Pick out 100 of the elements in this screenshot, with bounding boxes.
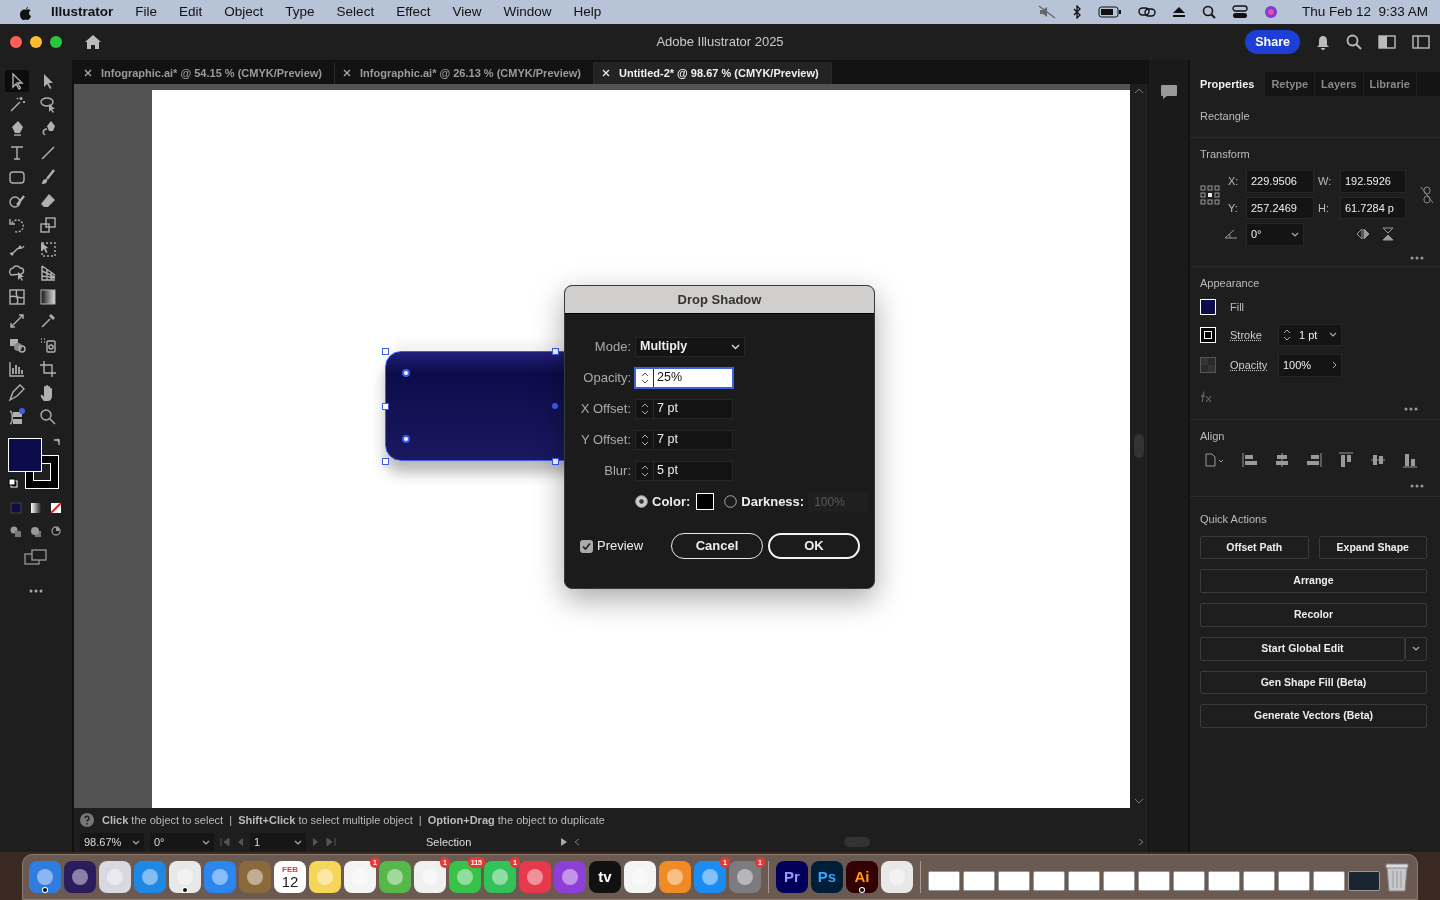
width-field[interactable]: 192.5926 [1340, 170, 1406, 193]
screen-mode-icon[interactable] [24, 548, 48, 566]
scroll-up-icon[interactable] [1134, 88, 1144, 94]
control-center-icon[interactable] [1231, 5, 1248, 19]
number-field[interactable]: 7 pt [635, 429, 733, 450]
app-menu[interactable]: Illustrator [40, 1, 125, 23]
app-icon[interactable] [309, 861, 341, 893]
app-icon[interactable]: Pr [776, 861, 808, 893]
caret-icon[interactable] [202, 839, 210, 845]
ok-button[interactable]: OK [768, 533, 860, 559]
trash-icon[interactable] [1383, 861, 1411, 893]
help-icon[interactable] [80, 813, 94, 827]
app-icon[interactable] [379, 861, 411, 893]
window-thumbnail[interactable] [1208, 871, 1240, 891]
caret-icon[interactable] [1329, 332, 1337, 338]
minimize-button[interactable] [30, 36, 42, 48]
stepper-icon[interactable] [1283, 328, 1291, 341]
checkbox[interactable] [580, 539, 593, 553]
scroll-left-icon[interactable] [574, 838, 580, 846]
search-icon[interactable] [1201, 5, 1216, 19]
align-left-icon[interactable] [1242, 452, 1258, 468]
app-icon[interactable]: Ps [811, 861, 843, 893]
fill-swatch[interactable] [1200, 299, 1216, 316]
stepper-icon[interactable] [640, 433, 649, 446]
stepper-icon[interactable] [640, 464, 649, 477]
corner-widget[interactable] [402, 369, 410, 377]
menu-item[interactable]: Effect [385, 1, 442, 23]
opacity-link[interactable]: Opacity [1230, 357, 1278, 374]
align-middle-icon[interactable] [1370, 452, 1386, 468]
action-button[interactable]: Generate Vectors (Beta) [1200, 704, 1427, 728]
more-icon[interactable] [28, 588, 44, 594]
play-icon[interactable] [560, 838, 568, 846]
battery-icon[interactable] [1097, 6, 1122, 18]
constrain-proportions-icon[interactable] [1420, 185, 1434, 204]
stroke-weight-field[interactable]: 1 pt [1278, 323, 1342, 346]
zoom-field[interactable]: 98.67% [80, 832, 144, 852]
action-button[interactable]: Gen Shape Fill (Beta) [1200, 670, 1427, 695]
align-right-icon[interactable] [1306, 452, 1322, 468]
window-thumbnail[interactable] [1173, 871, 1205, 891]
action-button[interactable]: Start Global Edit [1200, 636, 1405, 661]
x-field[interactable]: 229.9506 [1246, 170, 1314, 193]
window-thumbnail[interactable] [963, 871, 995, 891]
close-icon[interactable] [84, 69, 92, 77]
number-field[interactable]: 25% [635, 367, 733, 388]
action-button[interactable]: Recolor [1200, 603, 1427, 627]
menu-item[interactable]: File [124, 1, 169, 23]
selection-handle[interactable] [552, 348, 559, 355]
corner-widget[interactable] [402, 435, 410, 443]
radio-button[interactable] [635, 495, 648, 508]
app-icon[interactable] [134, 861, 166, 893]
selection-handle[interactable] [382, 348, 389, 355]
app-icon[interactable] [659, 861, 691, 893]
chevron-right-icon[interactable] [1332, 361, 1337, 370]
app-icon[interactable] [99, 861, 131, 893]
panel-icon[interactable] [1412, 35, 1430, 49]
app-icon[interactable] [169, 861, 201, 893]
number-field[interactable]: 5 pt [635, 460, 733, 481]
more-icon[interactable] [1410, 484, 1424, 488]
action-button[interactable]: Arrange [1200, 569, 1427, 593]
artboard-field[interactable]: 1 [250, 832, 306, 852]
draw-behind-icon[interactable] [28, 524, 44, 538]
y-field[interactable]: 257.2469 [1246, 196, 1314, 219]
caret-icon[interactable] [1291, 231, 1299, 237]
window-thumbnail[interactable] [1068, 871, 1100, 891]
window-thumbnail[interactable] [1243, 871, 1275, 891]
flip-vertical-icon[interactable] [1382, 227, 1394, 242]
caret-icon[interactable] [132, 839, 140, 845]
more-icon[interactable] [1410, 255, 1424, 260]
transparency-swatch[interactable] [1200, 357, 1216, 374]
siri-icon[interactable] [1263, 5, 1278, 19]
share-button[interactable]: Share [1245, 29, 1300, 55]
workspace-icon[interactable] [1378, 35, 1396, 49]
radio-button[interactable] [724, 495, 738, 508]
app-icon[interactable] [29, 861, 61, 893]
flip-horizontal-icon[interactable] [1356, 228, 1370, 241]
window-thumbnail[interactable] [998, 871, 1030, 891]
close-button[interactable] [10, 36, 22, 48]
app-icon[interactable]: tv [589, 861, 621, 893]
menu-item[interactable]: View [441, 1, 493, 23]
align-to-icon[interactable] [1204, 452, 1226, 468]
caret-icon[interactable] [294, 839, 302, 845]
app-icon[interactable] [881, 861, 913, 893]
rotation-field[interactable]: 0° [150, 832, 214, 852]
scroll-down-icon[interactable] [1134, 798, 1144, 804]
menu-item[interactable]: Window [492, 1, 563, 23]
panel-tab[interactable]: Properties [1190, 72, 1266, 96]
menu-item[interactable]: Object [213, 1, 275, 23]
more-icon[interactable] [1404, 406, 1418, 411]
opacity-field[interactable]: 100% [1278, 354, 1342, 377]
mute-icon[interactable] [1037, 5, 1056, 19]
angle-field[interactable]: 0° [1246, 223, 1304, 246]
apple-icon[interactable] [18, 4, 32, 20]
window-thumbnail[interactable] [1103, 871, 1135, 891]
number-field[interactable]: 7 pt [635, 398, 733, 419]
align-top-icon[interactable] [1338, 452, 1354, 468]
align-bottom-icon[interactable] [1402, 452, 1418, 468]
app-icon[interactable] [64, 861, 96, 893]
window-thumbnail[interactable] [1033, 871, 1065, 891]
menu-item[interactable]: Help [562, 1, 613, 23]
default-colors-icon[interactable] [8, 478, 18, 488]
